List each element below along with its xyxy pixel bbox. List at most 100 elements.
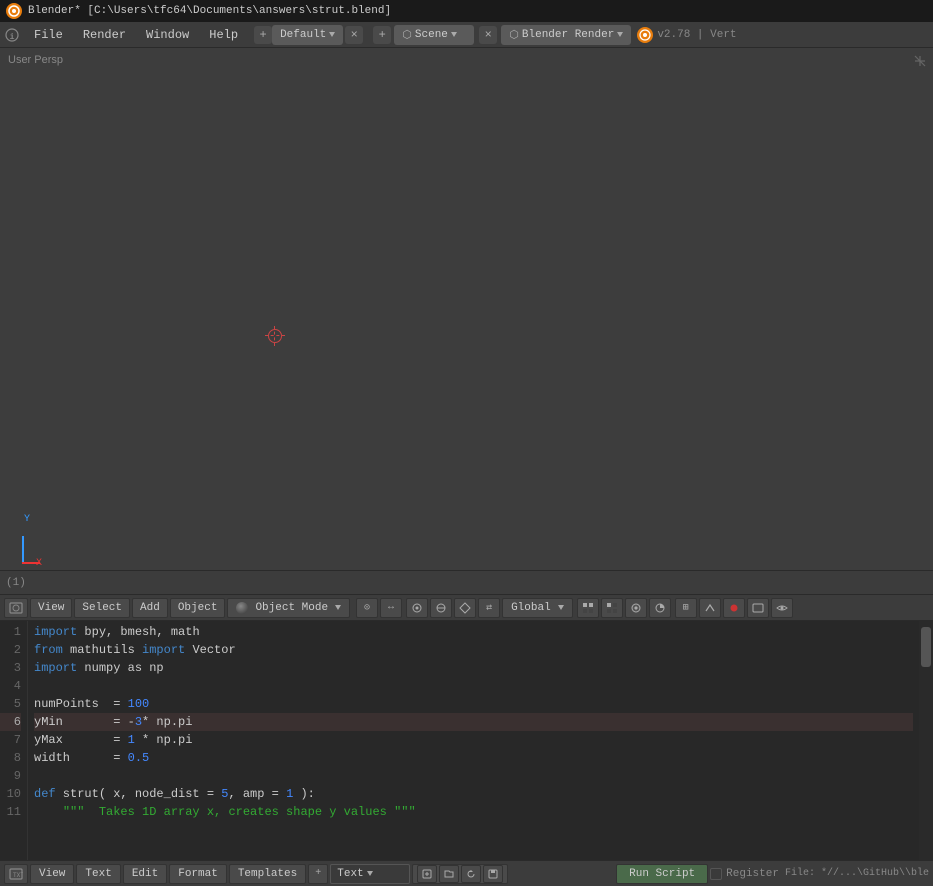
mode-chevron [335, 605, 341, 610]
edit-bottom-btn[interactable]: Edit [123, 864, 167, 884]
text-open-btn[interactable] [439, 865, 459, 883]
workspace-dropdown[interactable]: Default [272, 25, 343, 45]
register-checkbox[interactable] [710, 868, 722, 880]
engine-chevron [617, 32, 623, 37]
orb-icons: ⇄ [406, 598, 500, 618]
text-editor-type-btn[interactable]: TXT [4, 864, 28, 884]
line-num-5: 5 [0, 695, 21, 713]
text-new-btn[interactable] [417, 865, 437, 883]
text-icons-row [412, 864, 508, 884]
file-menu[interactable]: File [24, 22, 73, 48]
viewport-frame-info: (1) [6, 577, 26, 589]
orb-btn1[interactable] [406, 598, 428, 618]
workspace-selector: + Default × [252, 25, 363, 45]
3d-cursor [265, 326, 285, 346]
workspace-chevron [329, 32, 335, 37]
y-axis-label: Y [24, 514, 30, 525]
overlay-btn1[interactable]: ⊞ [675, 598, 697, 618]
text-reload-btn[interactable] [461, 865, 481, 883]
format-bottom-btn[interactable]: Format [169, 864, 227, 884]
file-path: File: *//...\GitHub\\ble [785, 868, 929, 879]
scene-selector: + ⬡ Scene × [371, 25, 497, 45]
view-bottom-btn[interactable]: View [30, 864, 74, 884]
scrollbar-thumb[interactable] [921, 627, 931, 667]
workspace-add-btn[interactable]: + [254, 26, 272, 44]
render-mode-btn[interactable] [625, 598, 647, 618]
x-axis-label: X [36, 558, 42, 569]
select-btn[interactable]: Select [74, 598, 130, 618]
text-save-btn[interactable] [483, 865, 503, 883]
scene-chevron [451, 32, 457, 37]
render-menu[interactable]: Render [73, 22, 136, 48]
mode-dropdown[interactable]: Object Mode [227, 598, 350, 618]
info-icon-btn[interactable]: i [0, 22, 24, 48]
shading-btn[interactable] [649, 598, 671, 618]
toolbar-icons-group3: ⊞ [675, 598, 793, 618]
transform2-btn[interactable]: ⇄ [478, 598, 500, 618]
code-scrollbar[interactable] [919, 621, 933, 882]
line-num-9: 9 [0, 767, 21, 785]
pivot-btn[interactable]: ⊙ [356, 598, 378, 618]
view-btn[interactable]: View [30, 598, 72, 618]
workspace-close-btn[interactable]: × [345, 26, 363, 44]
text-bottom-btn[interactable]: Text [76, 864, 120, 884]
line-num-6: 6 [0, 713, 21, 731]
line-num-8: 8 [0, 749, 21, 767]
viewport-3d[interactable]: User Persp Y X (1) [0, 48, 933, 595]
line-num-3: 3 [0, 659, 21, 677]
overlay-btn2[interactable] [699, 598, 721, 618]
engine-icon: ⬡ [509, 28, 519, 42]
editor-type-btn[interactable] [4, 598, 28, 618]
code-editor[interactable]: 1 2 3 4 5 6 7 8 9 10 11 import bpy, bmes… [0, 621, 933, 882]
add-btn[interactable]: Add [132, 598, 168, 618]
scene-icon: ⬡ [402, 28, 412, 42]
title-bar: Blender* [C:\Users\tfc64\Documents\answe… [0, 0, 933, 22]
code-content[interactable]: import bpy, bmesh, math from mathutils i… [28, 621, 919, 882]
menu-bar: i File Render Window Help + Default × + … [0, 22, 933, 48]
help-menu[interactable]: Help [199, 22, 248, 48]
code-line-3: import numpy as np [34, 659, 913, 677]
global-chevron [558, 605, 564, 610]
run-script-btn[interactable]: Run Script [616, 864, 708, 884]
editor-toolbar: View Select Add Object Object Mode ⊙ ↔ ⇄… [0, 595, 933, 621]
global-dropdown[interactable]: Global [502, 598, 573, 618]
bottom-bar: TXT View Text Edit Format Templates + Te… [0, 860, 933, 886]
snap-btn[interactable] [454, 598, 476, 618]
line-num-7: 7 [0, 731, 21, 749]
line-num-2: 2 [0, 641, 21, 659]
orb-btn2[interactable] [430, 598, 452, 618]
object-btn[interactable]: Object [170, 598, 226, 618]
svg-text:TXT: TXT [13, 872, 23, 879]
code-line-4 [34, 677, 913, 695]
text-filename-field[interactable]: Text [330, 864, 410, 884]
window-title: Blender* [C:\Users\tfc64\Documents\answe… [28, 5, 391, 17]
toolbar-icons-group2 [577, 598, 671, 618]
engine-dropdown[interactable]: ⬡ Blender Render [501, 25, 631, 45]
toolbar-icons-group1: ⊙ ↔ [356, 598, 402, 618]
line-num-4: 4 [0, 677, 21, 695]
layer-btn1[interactable] [577, 598, 599, 618]
line-num-1: 1 [0, 623, 21, 641]
layer-btn2[interactable] [601, 598, 623, 618]
scene-dropdown[interactable]: ⬡ Scene [394, 25, 474, 45]
line-num-10: 10 [0, 785, 21, 803]
svg-text:i: i [10, 33, 15, 42]
templates-bottom-btn[interactable]: Templates [229, 864, 306, 884]
code-line-9 [34, 767, 913, 785]
screen-btn[interactable] [747, 598, 769, 618]
scene-close-btn[interactable]: × [479, 26, 497, 44]
code-line-1: import bpy, bmesh, math [34, 623, 913, 641]
mode-icon [236, 602, 248, 614]
record-btn[interactable] [723, 598, 745, 618]
blender-icon [637, 27, 653, 43]
transform-btn[interactable]: ↔ [380, 598, 402, 618]
text-field-plus[interactable]: + [308, 864, 328, 884]
code-line-2: from mathutils import Vector [34, 641, 913, 659]
view2-btn[interactable] [771, 598, 793, 618]
viewport-corner-icon[interactable] [913, 54, 927, 73]
window-menu[interactable]: Window [136, 22, 199, 48]
line-num-11: 11 [0, 803, 21, 821]
register-label: Register [726, 868, 779, 880]
scene-add-btn[interactable]: + [373, 26, 391, 44]
code-line-8: width = 0.5 [34, 749, 913, 767]
